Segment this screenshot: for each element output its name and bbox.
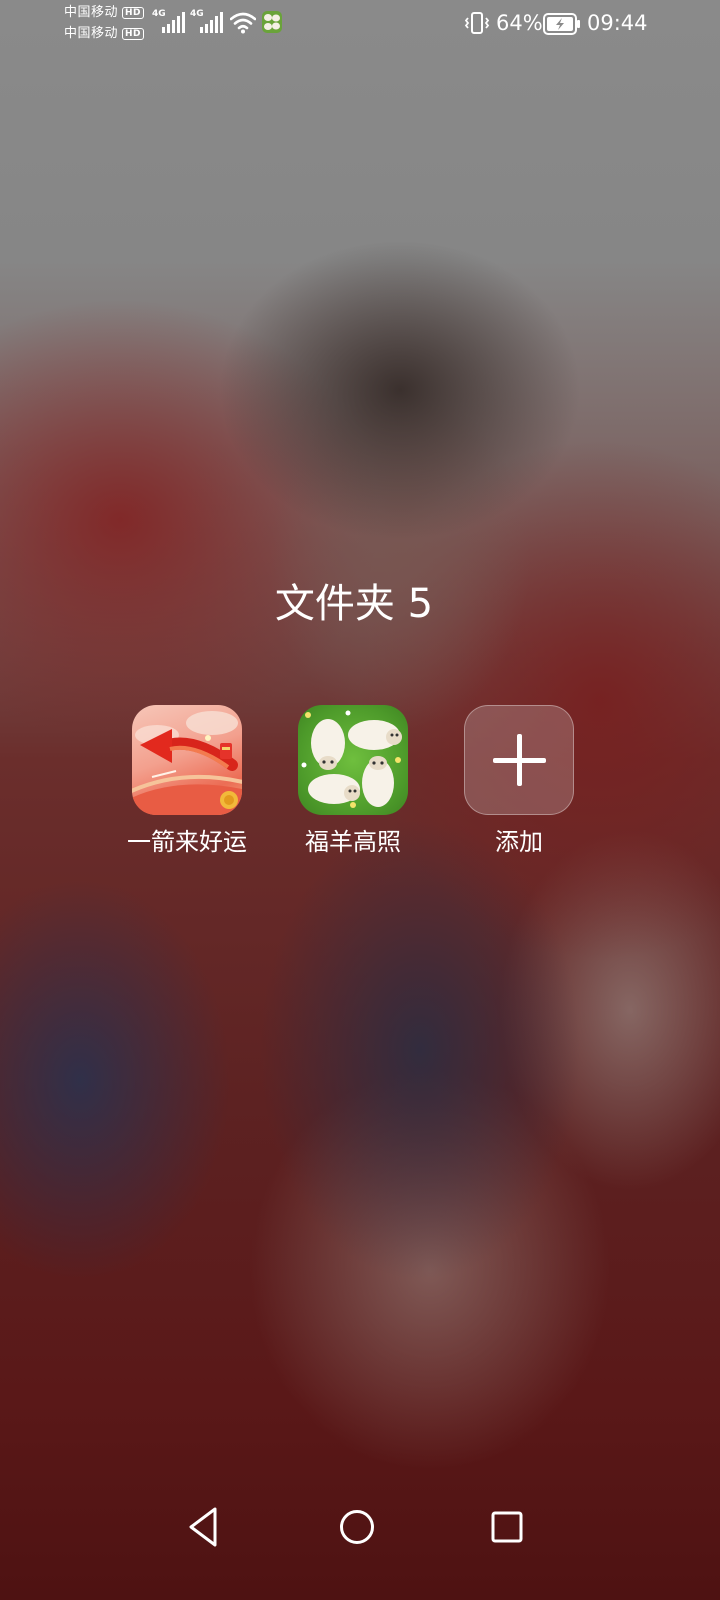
network-type-1: 4G [152,9,166,19]
carrier-1-name: 中国移动 [64,5,119,20]
add-label: 添加 [495,828,543,856]
hd-badge-1: HD [122,7,145,19]
status-bar: 中国移动 HD 中国移动 HD 4G 4G 64% 09:44 [0,0,720,48]
battery-charging-icon [543,13,581,39]
app-yijian-laihaoyun[interactable]: 一箭来好运 [102,705,272,857]
signal-2-icon: 4G [190,9,224,38]
app-label: 福羊高照 [305,828,401,856]
carrier-2: 中国移动 HD [64,26,145,41]
vibrate-icon [464,12,490,38]
sheep-icon[interactable] [298,705,408,815]
wifi-icon [229,12,257,38]
signal-1-icon: 4G [152,9,186,38]
plus-icon[interactable] [464,705,574,815]
back-triangle-icon[interactable] [185,1505,221,1553]
hd-badge-2: HD [122,28,145,40]
network-type-2: 4G [190,9,204,19]
red-arrow-icon[interactable] [132,705,242,815]
folder-title[interactable]: 文件夹 5 [0,577,708,631]
carrier-1: 中国移动 HD [64,5,145,20]
app-label: 一箭来好运 [127,828,247,856]
home-circle-icon[interactable] [335,1505,379,1553]
app-fuyang-gaozhao[interactable]: 福羊高照 [268,705,438,857]
carrier-2-name: 中国移动 [64,26,119,41]
battery-percentage: 64% [496,11,543,35]
clock: 09:44 [587,11,648,35]
phone-screen: 中国移动 HD 中国移动 HD 4G 4G 64% 09:44 文件夹 5 一箭… [0,0,720,1600]
sheep-app-notification-icon [262,11,282,37]
recent-square-icon[interactable] [485,1505,529,1553]
add-app-button[interactable]: 添加 [434,705,604,857]
